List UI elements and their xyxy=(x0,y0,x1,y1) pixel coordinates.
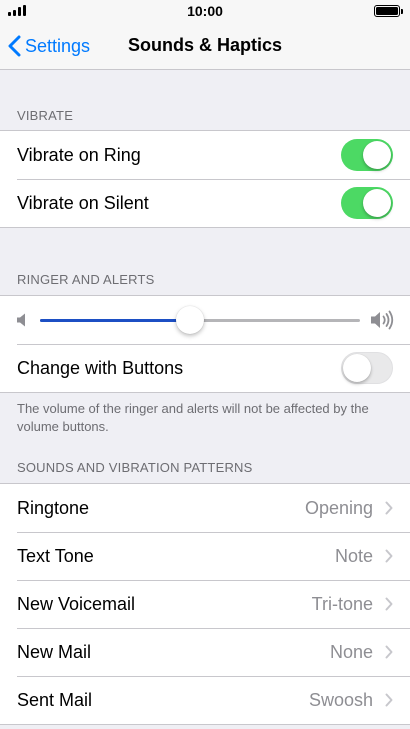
new-voicemail-row[interactable]: New Voicemail Tri-tone xyxy=(0,580,410,628)
vibrate-on-ring-row: Vibrate on Ring xyxy=(0,131,410,179)
chevron-right-icon xyxy=(385,693,393,707)
new-voicemail-value: Tri-tone xyxy=(311,593,373,614)
change-with-buttons-row: Change with Buttons xyxy=(0,344,410,392)
chevron-right-icon xyxy=(385,501,393,515)
ringer-footer-note: The volume of the ringer and alerts will… xyxy=(17,401,369,434)
ringtone-row[interactable]: Ringtone Opening xyxy=(0,484,410,532)
text-tone-row[interactable]: Text Tone Note xyxy=(0,532,410,580)
new-mail-value: None xyxy=(329,641,373,662)
text-tone-value: Note xyxy=(334,545,373,566)
ringer-volume-slider[interactable] xyxy=(40,305,360,334)
ringer-volume-row xyxy=(0,296,410,344)
section-header-patterns: SOUNDS AND VIBRATION PATTERNS xyxy=(17,460,253,475)
change-with-buttons-label: Change with Buttons xyxy=(17,357,184,378)
vibrate-on-ring-label: Vibrate on Ring xyxy=(17,144,141,165)
new-voicemail-label: New Voicemail xyxy=(17,593,136,614)
new-mail-row[interactable]: New Mail None xyxy=(0,628,410,676)
speaker-high-icon xyxy=(371,310,394,330)
ringer-group: Change with Buttons xyxy=(0,295,410,393)
slider-fill xyxy=(40,318,191,322)
section-header-ringer: RINGER AND ALERTS xyxy=(17,272,155,287)
sent-mail-value: Swoosh xyxy=(308,689,373,710)
chevron-right-icon xyxy=(385,597,393,611)
vibrate-on-silent-row: Vibrate on Silent xyxy=(0,179,410,227)
ringtone-label: Ringtone xyxy=(17,497,90,518)
status-time: 10:00 xyxy=(187,3,223,19)
patterns-group: Ringtone Opening Text Tone Note New Voic… xyxy=(0,483,410,725)
vibrate-on-ring-toggle[interactable] xyxy=(341,139,393,171)
text-tone-label: Text Tone xyxy=(17,545,94,566)
sent-mail-label: Sent Mail xyxy=(17,689,93,710)
chevron-right-icon xyxy=(385,645,393,659)
status-bar: 10:00 xyxy=(0,0,410,22)
chevron-right-icon xyxy=(385,549,393,563)
sent-mail-row[interactable]: Sent Mail Swoosh xyxy=(0,676,410,724)
change-with-buttons-toggle[interactable] xyxy=(341,352,393,384)
slider-thumb[interactable] xyxy=(176,305,205,334)
vibrate-group: Vibrate on Ring Vibrate on Silent xyxy=(0,130,410,228)
speaker-low-icon xyxy=(17,313,25,327)
page-title: Sounds & Haptics xyxy=(127,35,283,55)
ringtone-value: Opening xyxy=(304,497,373,518)
battery-icon xyxy=(374,5,403,17)
new-mail-label: New Mail xyxy=(17,641,92,662)
vibrate-on-silent-label: Vibrate on Silent xyxy=(17,192,149,213)
section-header-vibrate: VIBRATE xyxy=(17,108,74,123)
navigation-bar: Settings Sounds & Haptics xyxy=(0,22,410,70)
vibrate-on-silent-toggle[interactable] xyxy=(341,187,393,219)
